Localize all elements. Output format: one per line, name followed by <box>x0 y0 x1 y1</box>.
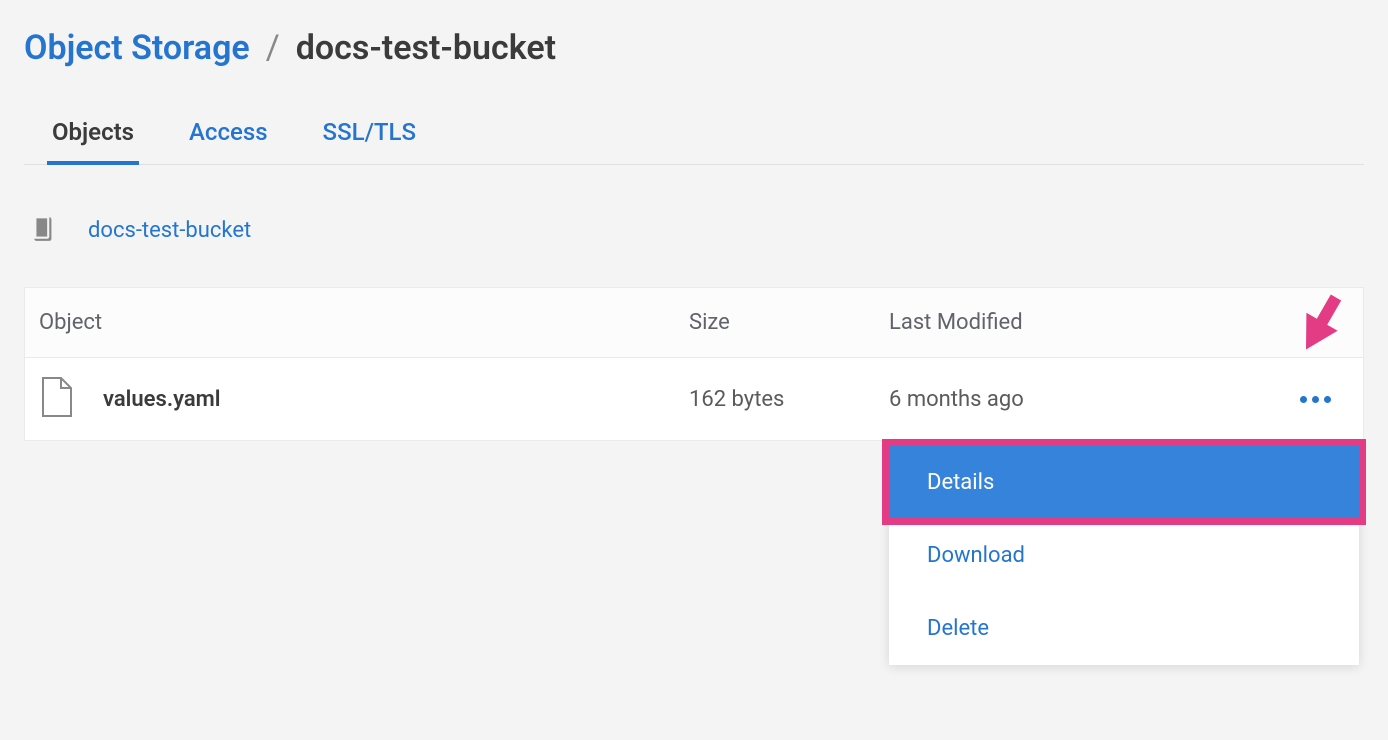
header-object: Object <box>39 310 689 335</box>
bucket-icon <box>32 213 58 247</box>
objects-table: Object Size Last Modified values.yaml 16… <box>24 287 1364 441</box>
dropdown-item-delete[interactable]: Delete <box>889 592 1359 665</box>
tabs-container: Objects Access SSL/TLS <box>24 118 1364 165</box>
kebab-menu-icon[interactable] <box>1292 388 1339 411</box>
file-icon <box>39 376 75 422</box>
object-name[interactable]: values.yaml <box>103 387 220 412</box>
table-header: Object Size Last Modified <box>25 288 1363 358</box>
tab-access[interactable]: Access <box>189 118 268 164</box>
breadcrumb-separator: / <box>266 28 280 68</box>
bucket-path: docs-test-bucket <box>24 213 1364 247</box>
object-cell: values.yaml <box>39 376 689 422</box>
modified-value: 6 months ago <box>889 387 1024 412</box>
modified-cell: 6 months ago <box>889 387 1349 412</box>
dropdown-item-download[interactable]: Download <box>889 519 1359 592</box>
breadcrumb-root-link[interactable]: Object Storage <box>24 28 250 68</box>
bucket-name-link[interactable]: docs-test-bucket <box>88 218 251 243</box>
dropdown-item-details[interactable]: Details <box>889 446 1359 519</box>
tab-objects[interactable]: Objects <box>52 118 134 164</box>
size-value: 162 bytes <box>689 387 889 412</box>
header-modified: Last Modified <box>889 310 1349 335</box>
table-row: values.yaml 162 bytes 6 months ago Detai… <box>25 358 1363 440</box>
tab-ssl-tls[interactable]: SSL/TLS <box>323 118 417 164</box>
header-size: Size <box>689 310 889 335</box>
row-action-dropdown: Details Download Delete <box>889 446 1359 665</box>
breadcrumb: Object Storage / docs-test-bucket <box>24 28 1364 68</box>
breadcrumb-current: docs-test-bucket <box>296 28 556 68</box>
